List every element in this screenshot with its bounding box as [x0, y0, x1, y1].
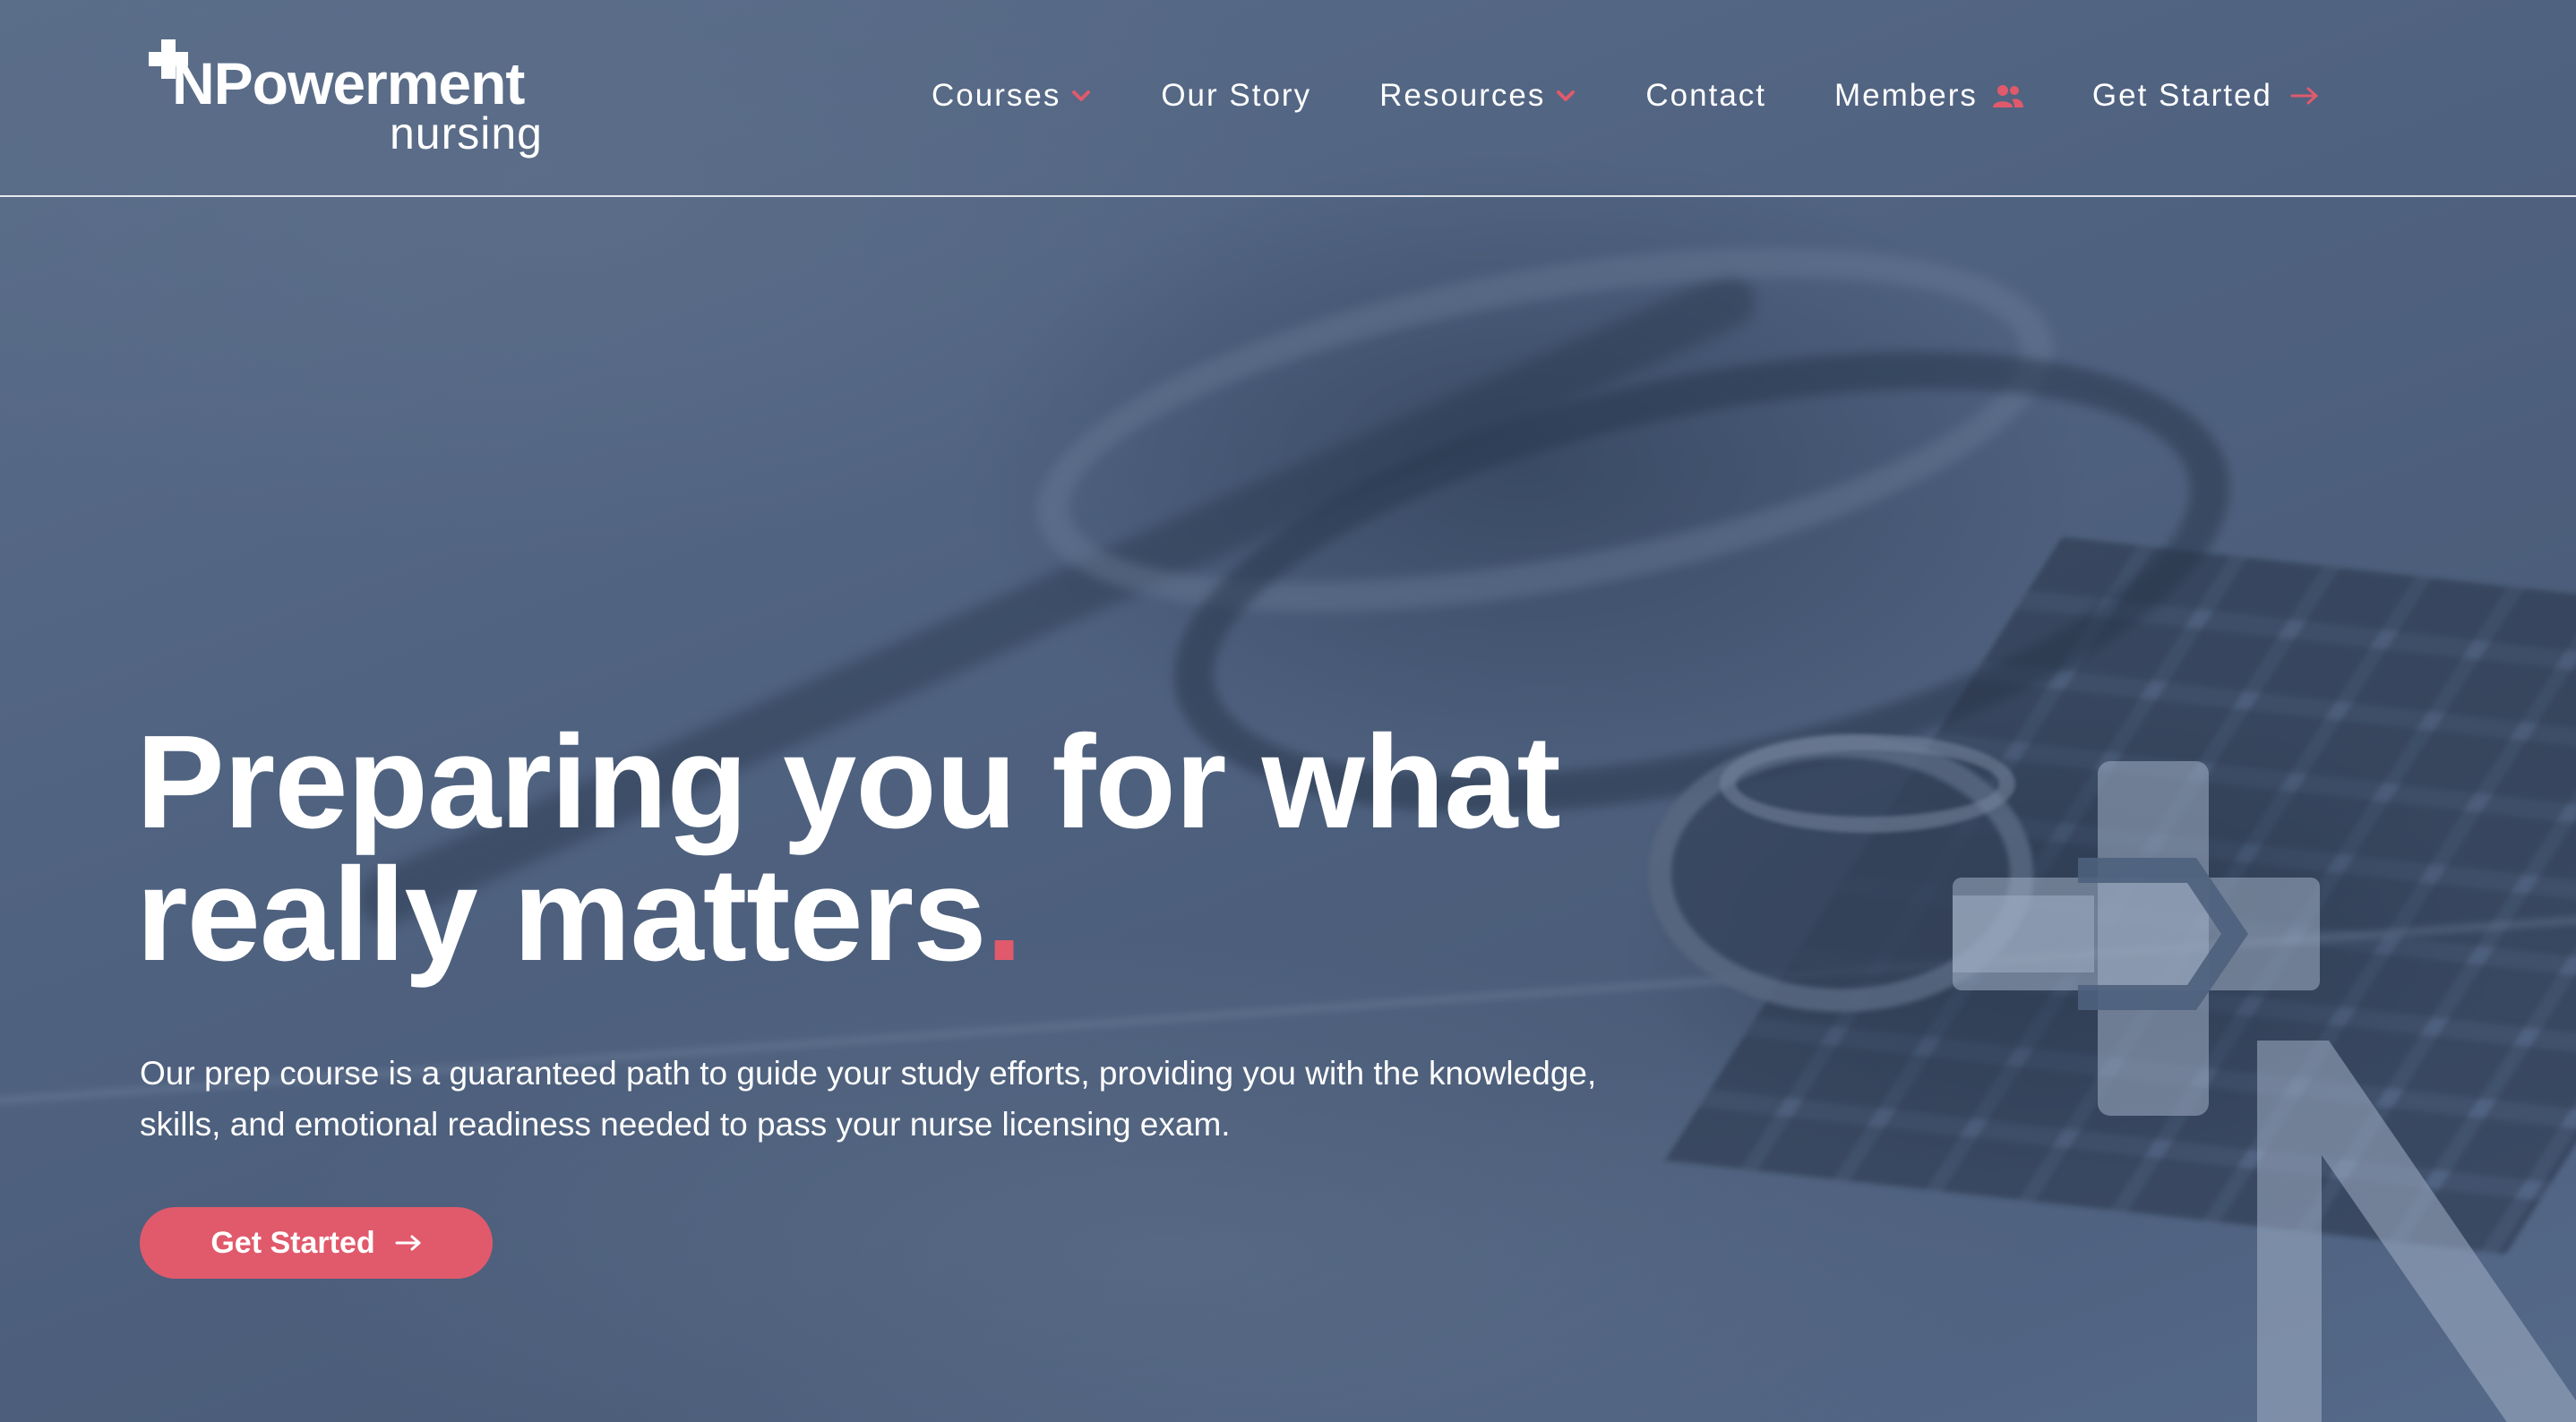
hero-title-line2: really matters: [136, 841, 987, 989]
hero-title-line1: Preparing you for what: [136, 708, 1561, 856]
hero-title: Preparing you for what really matters.: [136, 716, 1748, 981]
page: NPowerment nursing Courses Our Story Res…: [0, 0, 2576, 1422]
get-started-button[interactable]: Get Started: [140, 1207, 493, 1279]
get-started-button-label: Get Started: [210, 1225, 375, 1260]
nav-item-contact[interactable]: Contact: [1645, 78, 1766, 114]
nav-item-courses[interactable]: Courses: [932, 78, 1093, 114]
nav-item-label: Contact: [1645, 78, 1767, 113]
nav-item-label: Courses: [932, 78, 1061, 113]
chevron-down-icon: [1557, 90, 1576, 101]
arrow-right-icon: [2290, 87, 2318, 105]
nav-item-resources[interactable]: Resources: [1379, 78, 1577, 114]
nav-item-label: Our Story: [1161, 78, 1312, 113]
hero-title-dot: .: [985, 841, 1023, 989]
nav-item-get-started[interactable]: Get Started: [2092, 78, 2319, 114]
nav-item-our-story[interactable]: Our Story: [1161, 78, 1311, 114]
main-nav: Courses Our Story Resources Contact Memb…: [932, 73, 2319, 118]
nav-item-members[interactable]: Members: [1834, 78, 2024, 114]
logo-wordmark: NPowerment: [172, 50, 525, 116]
nav-item-label: Get Started: [2091, 78, 2272, 113]
nav-item-label: Members: [1834, 78, 1978, 113]
people-icon: [1992, 85, 2023, 107]
arrow-right-icon: [395, 1235, 421, 1251]
site-header: NPowerment nursing Courses Our Story Res…: [0, 0, 2576, 197]
brand-logo[interactable]: NPowerment nursing: [145, 36, 557, 161]
hero-description: Our prep course is a guaranteed path to …: [140, 1055, 1597, 1143]
nav-item-label: Resources: [1379, 78, 1546, 113]
logo-subtitle: nursing: [390, 108, 543, 158]
chevron-down-icon: [1072, 90, 1091, 101]
brand-watermark-icon: [1953, 761, 2576, 1422]
